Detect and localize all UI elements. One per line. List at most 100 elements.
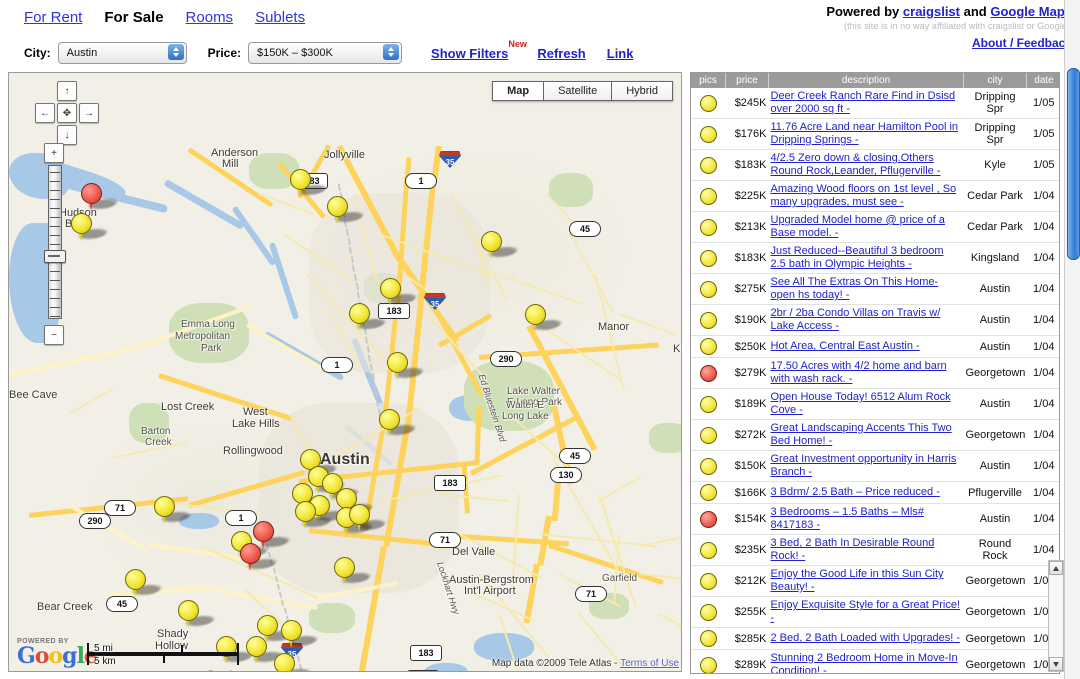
listing-link[interactable]: Stunning 2 Bedroom Home in Move-In Condi… — [771, 652, 962, 674]
listing-dot-icon[interactable] — [700, 630, 717, 647]
table-row[interactable]: $166K3 Bdrm/ 2.5 Bath – Price reduced -P… — [691, 482, 1060, 504]
listing-description[interactable]: Amazing Wood floors on 1st level , So ma… — [769, 181, 964, 212]
map-canvas[interactable]: AndersonMillJollyvilleHudsonBendEmma Lon… — [9, 73, 681, 671]
listing-description[interactable]: Hot Area, Central East Austin - — [769, 336, 964, 358]
craigslist-link[interactable]: craigslist — [903, 4, 960, 19]
listing-link[interactable]: 2 Bed, 2 Bath Loaded with Upgrades! - — [771, 632, 961, 645]
google-maps-link[interactable]: Google Maps — [990, 4, 1072, 19]
listing-link[interactable]: Great Landscaping Accents This Two Bed H… — [771, 422, 962, 448]
listing-dot-icon[interactable] — [700, 95, 717, 112]
nav-item-sublets[interactable]: Sublets — [255, 9, 305, 26]
scroll-up-arrow-icon[interactable] — [1049, 561, 1063, 575]
listing-description[interactable]: 3 Bdrm/ 2.5 Bath – Price reduced - — [769, 482, 964, 504]
listing-description[interactable]: 11.76 Acre Land near Hamilton Pool in Dr… — [769, 119, 964, 150]
listing-description[interactable]: Great Landscaping Accents This Two Bed H… — [769, 420, 964, 451]
listing-description[interactable]: Stunning 2 Bedroom Home in Move-In Condi… — [769, 650, 964, 675]
listing-description[interactable]: Open House Today! 6512 Alum Rock Cove - — [769, 389, 964, 420]
scroll-down-arrow-icon[interactable] — [1049, 657, 1063, 671]
listing-dot-icon[interactable] — [700, 657, 717, 674]
listing-dot-icon[interactable] — [700, 427, 717, 444]
listing-pic-indicator[interactable] — [691, 535, 726, 566]
listing-dot-icon[interactable] — [700, 157, 717, 174]
listing-link[interactable]: 2br / 2ba Condo Villas on Travis w/ Lake… — [771, 307, 962, 333]
listings-scrollbar[interactable] — [1048, 560, 1064, 672]
listing-description[interactable]: Great Investment opportunity in Harris B… — [769, 451, 964, 482]
listing-pic-indicator[interactable] — [691, 504, 726, 535]
table-row[interactable]: $212KEnjoy the Good Life in this Sun Cit… — [691, 566, 1060, 597]
map-type-switcher[interactable]: Map Satellite Hybrid — [492, 81, 673, 101]
map-type-map[interactable]: Map — [493, 82, 544, 100]
listing-description[interactable]: 2br / 2ba Condo Villas on Travis w/ Lake… — [769, 305, 964, 336]
listing-link[interactable]: Amazing Wood floors on 1st level , So ma… — [771, 183, 962, 209]
listing-link[interactable]: See All The Extras On This Home-open hs … — [771, 276, 962, 302]
table-row[interactable]: $225KAmazing Wood floors on 1st level , … — [691, 181, 1060, 212]
map-marker-pin[interactable] — [349, 303, 368, 331]
listing-dot-icon[interactable] — [700, 604, 717, 621]
link-link[interactable]: Link — [607, 46, 634, 61]
city-select[interactable]: Austin — [58, 42, 187, 64]
table-row[interactable]: $279K17.50 Acres with 4/2 home and barn … — [691, 358, 1060, 389]
table-row[interactable]: $255KEnjoy Exquisite Style for a Great P… — [691, 597, 1060, 628]
map-pan-controls[interactable]: ↑ ← ✥ → ↓ — [35, 81, 97, 143]
map-marker-pin[interactable] — [525, 304, 544, 332]
table-row[interactable]: $176K11.76 Acre Land near Hamilton Pool … — [691, 119, 1060, 150]
listing-description[interactable]: Enjoy Exquisite Style for a Great Price!… — [769, 597, 964, 628]
listing-pic-indicator[interactable] — [691, 358, 726, 389]
pan-right-button[interactable]: → — [79, 103, 99, 123]
table-row[interactable]: $154K3 Bedrooms – 1.5 Baths – Mls# 84171… — [691, 504, 1060, 535]
table-row[interactable]: $189KOpen House Today! 6512 Alum Rock Co… — [691, 389, 1060, 420]
map-marker-pin[interactable] — [246, 636, 265, 664]
map-marker-pin[interactable] — [240, 543, 259, 571]
map-marker-pin[interactable] — [125, 569, 144, 597]
listing-pic-indicator[interactable] — [691, 243, 726, 274]
listing-link[interactable]: Great Investment opportunity in Harris B… — [771, 453, 962, 479]
map-marker-pin[interactable] — [380, 278, 399, 306]
table-row[interactable]: $190K2br / 2ba Condo Villas on Travis w/… — [691, 305, 1060, 336]
listing-pic-indicator[interactable] — [691, 150, 726, 181]
listing-description[interactable]: 2 Bed, 2 Bath Loaded with Upgrades! - — [769, 628, 964, 650]
zoom-out-button[interactable]: − — [44, 325, 64, 345]
listing-link[interactable]: 17.50 Acres with 4/2 home and barn with … — [771, 360, 962, 386]
map-marker-pin[interactable] — [387, 352, 406, 380]
listing-dot-icon[interactable] — [700, 126, 717, 143]
listing-link[interactable]: Enjoy Exquisite Style for a Great Price!… — [771, 599, 962, 625]
map-type-hybrid[interactable]: Hybrid — [612, 82, 672, 100]
listing-pic-indicator[interactable] — [691, 482, 726, 504]
nav-item-for-rent[interactable]: For Rent — [24, 9, 82, 26]
column-header-date[interactable]: date — [1027, 73, 1061, 88]
listing-description[interactable]: Deer Creek Ranch Rare Find in Dsisd over… — [769, 88, 964, 119]
listing-dot-icon[interactable] — [700, 573, 717, 590]
listing-pic-indicator[interactable] — [691, 181, 726, 212]
listing-dot-icon[interactable] — [700, 365, 717, 382]
listing-dot-icon[interactable] — [700, 484, 717, 501]
map-marker-pin[interactable] — [281, 620, 300, 648]
listing-pic-indicator[interactable] — [691, 88, 726, 119]
table-row[interactable]: $235K3 Bed, 2 Bath In Desirable Round Ro… — [691, 535, 1060, 566]
table-row[interactable]: $272KGreat Landscaping Accents This Two … — [691, 420, 1060, 451]
listing-pic-indicator[interactable] — [691, 597, 726, 628]
page-scrollbar-thumb[interactable] — [1067, 68, 1080, 260]
listing-link[interactable]: Upgraded Model home @ price of a Base mo… — [771, 214, 962, 240]
center-map-button[interactable]: ✥ — [57, 103, 77, 123]
table-row[interactable]: $150KGreat Investment opportunity in Har… — [691, 451, 1060, 482]
listing-link[interactable]: Hot Area, Central East Austin - — [771, 340, 920, 353]
listing-description[interactable]: Upgraded Model home @ price of a Base mo… — [769, 212, 964, 243]
listing-dot-icon[interactable] — [700, 542, 717, 559]
listing-pic-indicator[interactable] — [691, 212, 726, 243]
listing-dot-icon[interactable] — [700, 511, 717, 528]
listing-dot-icon[interactable] — [700, 458, 717, 475]
table-row[interactable]: $275KSee All The Extras On This Home-ope… — [691, 274, 1060, 305]
listing-dot-icon[interactable] — [700, 219, 717, 236]
table-row[interactable]: $213KUpgraded Model home @ price of a Ba… — [691, 212, 1060, 243]
map-zoom-control[interactable]: + − — [43, 143, 65, 343]
zoom-slider-thumb[interactable] — [44, 250, 66, 263]
listing-pic-indicator[interactable] — [691, 451, 726, 482]
pan-left-button[interactable]: ← — [35, 103, 55, 123]
listing-description[interactable]: See All The Extras On This Home-open hs … — [769, 274, 964, 305]
listing-pic-indicator[interactable] — [691, 389, 726, 420]
table-row[interactable]: $285K2 Bed, 2 Bath Loaded with Upgrades!… — [691, 628, 1060, 650]
column-header-city[interactable]: city — [964, 73, 1027, 88]
listing-pic-indicator[interactable] — [691, 566, 726, 597]
listing-dot-icon[interactable] — [700, 338, 717, 355]
show-filters-link[interactable]: Show Filters New — [431, 46, 508, 61]
